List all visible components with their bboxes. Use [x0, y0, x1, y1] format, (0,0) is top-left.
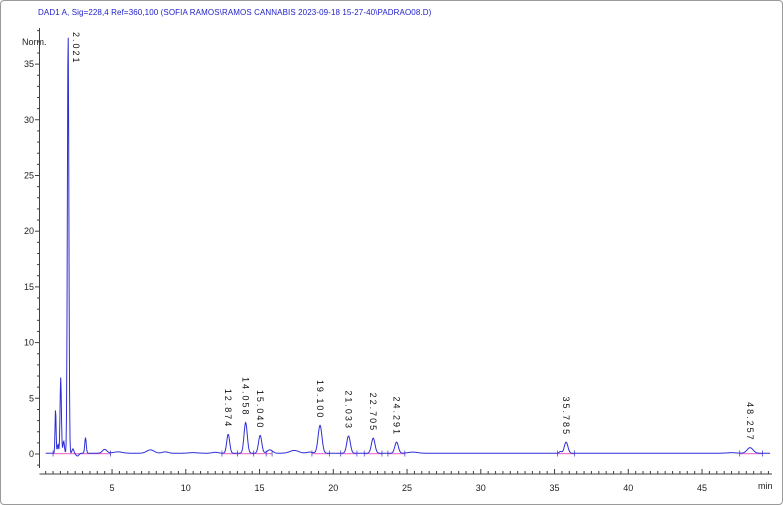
y-tick-label: 10 [24, 338, 34, 348]
x-tick-label: 30 [476, 483, 486, 493]
chromatogram-window: DAD1 A, Sig=228,4 Ref=360,100 (SOFIA RAM… [0, 0, 783, 505]
peak-retention-label: 24.291 [392, 397, 402, 437]
signal-trace [46, 38, 770, 456]
y-tick-label: 35 [24, 59, 34, 69]
y-tick-label: 0 [29, 449, 34, 459]
x-tick-label: 45 [697, 483, 707, 493]
x-tick-label: 40 [623, 483, 633, 493]
peak-retention-label: 48.257 [745, 402, 755, 442]
peak-retention-label: 19.100 [315, 380, 325, 420]
y-tick-label: 30 [24, 115, 34, 125]
peak-retention-label: 21.033 [344, 390, 354, 430]
chromatogram-plot: 0 5 10 15 20 25 30 35 5 10 15 20 25 30 35 40 45 2.021 12.8… [1, 1, 783, 505]
x-tick-label: 35 [550, 483, 560, 493]
y-tick-label: 20 [24, 226, 34, 236]
x-tick-label: 20 [328, 483, 338, 493]
x-tick-label: 25 [402, 483, 412, 493]
y-tick-label: 15 [24, 282, 34, 292]
peak-retention-label: 22.705 [368, 393, 378, 433]
peak-retention-label: 35.785 [561, 397, 571, 437]
y-tick-label: 5 [29, 393, 34, 403]
y-tick-label: 25 [24, 171, 34, 181]
peak-retention-label: 2.021 [71, 32, 81, 65]
x-tick-label: 10 [181, 483, 191, 493]
peak-retention-label: 15.040 [255, 390, 265, 430]
x-tick-label: 5 [110, 483, 115, 493]
peak-retention-label: 14.058 [241, 377, 251, 417]
peak-retention-label: 12.874 [223, 389, 233, 429]
x-tick-label: 15 [255, 483, 265, 493]
